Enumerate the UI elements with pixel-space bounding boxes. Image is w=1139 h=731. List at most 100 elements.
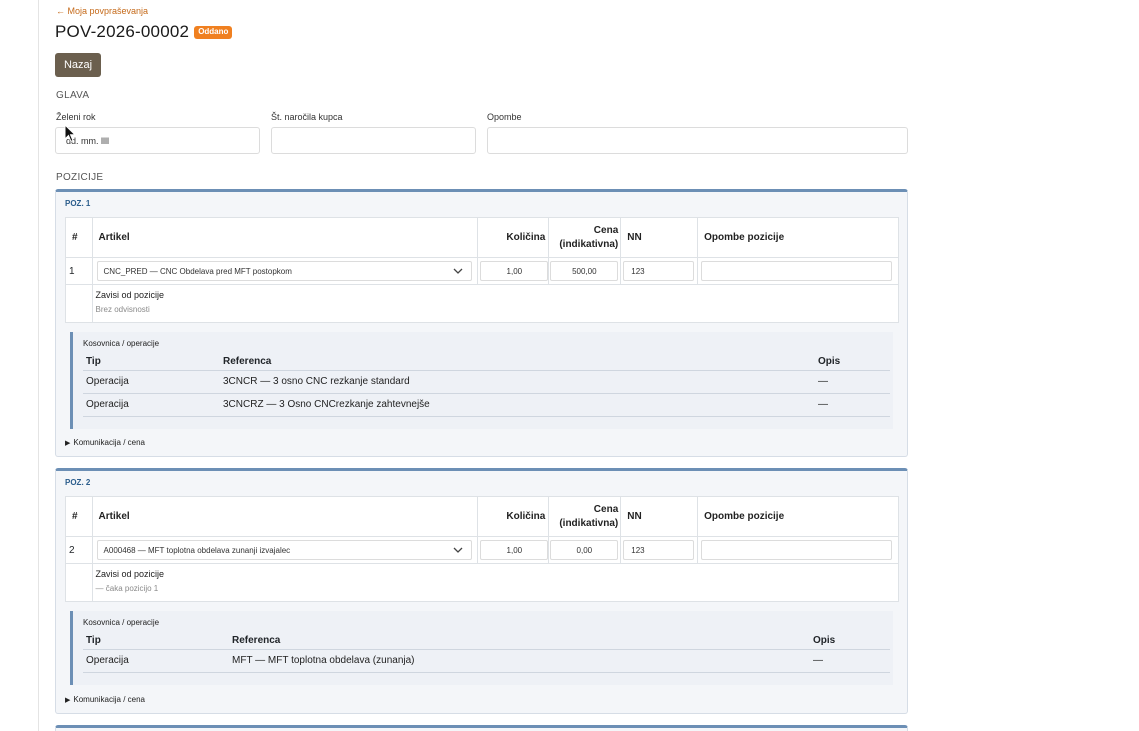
bom-col-ref: Referenca	[220, 353, 815, 371]
bom-type: Operacija	[83, 393, 220, 417]
table-row: 1 CNC_PRED — CNC Obdelava pred MFT posto…	[65, 257, 899, 285]
nn-input[interactable]	[623, 540, 695, 560]
col-article: Artikel	[91, 496, 479, 537]
col-price-line1: Cena	[593, 503, 619, 515]
bom-col-desc: Opis	[815, 353, 890, 371]
caret-right-icon: ▶	[65, 440, 71, 447]
communication-toggle[interactable]: ▶ Komunikacija / cena	[65, 695, 145, 704]
nn-input[interactable]	[623, 261, 695, 281]
dependency-value: — čaka pozicijo 1	[95, 584, 159, 593]
page-title: POV-2026-00002	[55, 22, 190, 41]
article-select[interactable]: A000468 — MFT toplotna obdelava zunanji …	[96, 540, 472, 560]
bom-title: Kosovnica / operacije	[83, 339, 160, 348]
col-qty: Količina	[477, 496, 550, 537]
price-input[interactable]	[550, 540, 619, 560]
dependency-label: Zavisi od pozicije	[95, 569, 165, 579]
bom-col-ref: Referenca	[229, 632, 810, 650]
bom-ref: 3CNCR — 3 osno CNC rezkanje standard	[220, 370, 815, 394]
dependency-cell: Zavisi od pozicije Brez odvisnosti	[91, 284, 900, 323]
table-row: 2 A000468 — MFT toplotna obdelava zunanj…	[65, 536, 899, 564]
dependency-label: Zavisi od pozicije	[95, 290, 165, 300]
bom-row: Operacija MFT — MFT toplotna obdelava (z…	[83, 649, 890, 673]
dependency-row: Zavisi od pozicije Brez odvisnosti	[65, 284, 900, 323]
position-note-input[interactable]	[701, 540, 893, 560]
title-row: POV-2026-00002 Oddano	[55, 22, 233, 42]
communication-label: Komunikacija / cena	[73, 695, 145, 704]
bom-ref: MFT — MFT toplotna obdelava (zunanja)	[229, 649, 810, 673]
desired-date-label: Želeni rok	[56, 112, 96, 122]
bom-header-row: Tip Referenca Opis	[83, 632, 890, 650]
bom-col-desc: Opis	[810, 632, 890, 650]
article-select[interactable]: CNC_PRED — CNC Obdelava pred MFT postopk…	[96, 261, 472, 281]
col-num: #	[65, 496, 93, 537]
back-to-requests-link[interactable]: ← Moja povpraševanja	[56, 6, 148, 16]
dependency-value: Brez odvisnosti	[95, 305, 150, 314]
dependency-spacer	[65, 284, 93, 323]
article-select-value: CNC_PRED — CNC Obdelava pred MFT postopk…	[103, 266, 292, 276]
position-title: POZ. 1	[65, 199, 91, 208]
col-article: Artikel	[91, 217, 479, 258]
note-cell	[697, 536, 899, 564]
nn-cell	[620, 257, 699, 285]
bom-type: Operacija	[83, 370, 220, 394]
desired-date-input[interactable]	[55, 127, 260, 154]
bom-row: Operacija 3CNCRZ — 3 Osno CNCrezkanje za…	[83, 393, 890, 417]
status-badge: Oddano	[194, 25, 233, 39]
position-note-input[interactable]	[701, 261, 893, 281]
communication-toggle[interactable]: ▶ Komunikacija / cena	[65, 438, 145, 447]
col-nn: NN	[620, 217, 699, 258]
position-title: POZ. 2	[65, 478, 91, 487]
dependency-spacer	[65, 563, 93, 602]
article-select-value: A000468 — MFT toplotna obdelava zunanji …	[103, 545, 291, 555]
bom-box: Kosovnica / operacije Tip Referenca Opis…	[70, 611, 893, 685]
qty-cell	[477, 536, 550, 564]
price-cell	[548, 257, 622, 285]
positions-heading: POZICIJE	[56, 172, 104, 183]
table-header-row: # Artikel Količina Cena (indikativna) NN …	[65, 496, 899, 537]
price-input[interactable]	[550, 261, 619, 281]
col-notes: Opombe pozicije	[697, 217, 899, 258]
col-price-line1: Cena	[593, 224, 619, 236]
head-section-heading: GLAVA	[56, 90, 90, 101]
col-nn: NN	[620, 496, 699, 537]
row-num: 2	[65, 536, 93, 564]
price-cell	[548, 536, 622, 564]
article-cell: A000468 — MFT toplotna obdelava zunanji …	[91, 536, 479, 564]
col-num: #	[65, 217, 93, 258]
bom-col-type: Tip	[83, 632, 229, 650]
bom-table: Tip Referenca Opis Operacija 3CNCR — 3 o…	[83, 353, 890, 417]
col-price: Cena (indikativna)	[548, 217, 622, 258]
nn-cell	[620, 536, 699, 564]
bom-type: Operacija	[83, 649, 229, 673]
position-card-2: POZ. 2 # Artikel Količina Cena (indikativ…	[55, 468, 908, 714]
quantity-input[interactable]	[480, 261, 549, 281]
bom-header-row: Tip Referenca Opis	[83, 353, 890, 371]
position-table: # Artikel Količina Cena (indikativna) NN …	[65, 217, 900, 323]
bom-ref: 3CNCRZ — 3 Osno CNCrezkanje zahtevnejše	[220, 393, 815, 417]
bom-title: Kosovnica / operacije	[83, 618, 160, 627]
customer-order-input[interactable]	[271, 127, 476, 154]
bom-row: Operacija 3CNCR — 3 osno CNC rezkanje st…	[83, 370, 890, 394]
bom-table: Tip Referenca Opis Operacija MFT — MFT t…	[83, 632, 890, 673]
back-button[interactable]: Nazaj	[55, 53, 101, 77]
chevron-down-icon	[453, 268, 462, 274]
communication-label: Komunikacija / cena	[73, 438, 145, 447]
position-table: # Artikel Količina Cena (indikativna) NN …	[65, 496, 900, 602]
quantity-input[interactable]	[480, 540, 549, 560]
notes-input[interactable]	[487, 127, 908, 154]
note-cell	[697, 257, 899, 285]
qty-cell	[477, 257, 550, 285]
bom-desc: —	[810, 649, 890, 673]
customer-order-label: Št. naročila kupca	[271, 112, 343, 122]
chevron-down-icon	[453, 547, 462, 553]
article-cell: CNC_PRED — CNC Obdelava pred MFT postopk…	[91, 257, 479, 285]
col-notes: Opombe pozicije	[697, 496, 899, 537]
table-header-row: # Artikel Količina Cena (indikativna) NN …	[65, 217, 899, 258]
notes-label: Opombe	[487, 112, 522, 122]
dependency-cell: Zavisi od pozicije — čaka pozicijo 1	[91, 563, 900, 602]
col-price-line2: (indikativna)	[559, 238, 619, 250]
dependency-row: Zavisi od pozicije — čaka pozicijo 1	[65, 563, 900, 602]
position-card-1: POZ. 1 # Artikel Količina Cena (indikativ…	[55, 189, 908, 457]
bom-col-type: Tip	[83, 353, 220, 371]
col-qty: Količina	[477, 217, 550, 258]
